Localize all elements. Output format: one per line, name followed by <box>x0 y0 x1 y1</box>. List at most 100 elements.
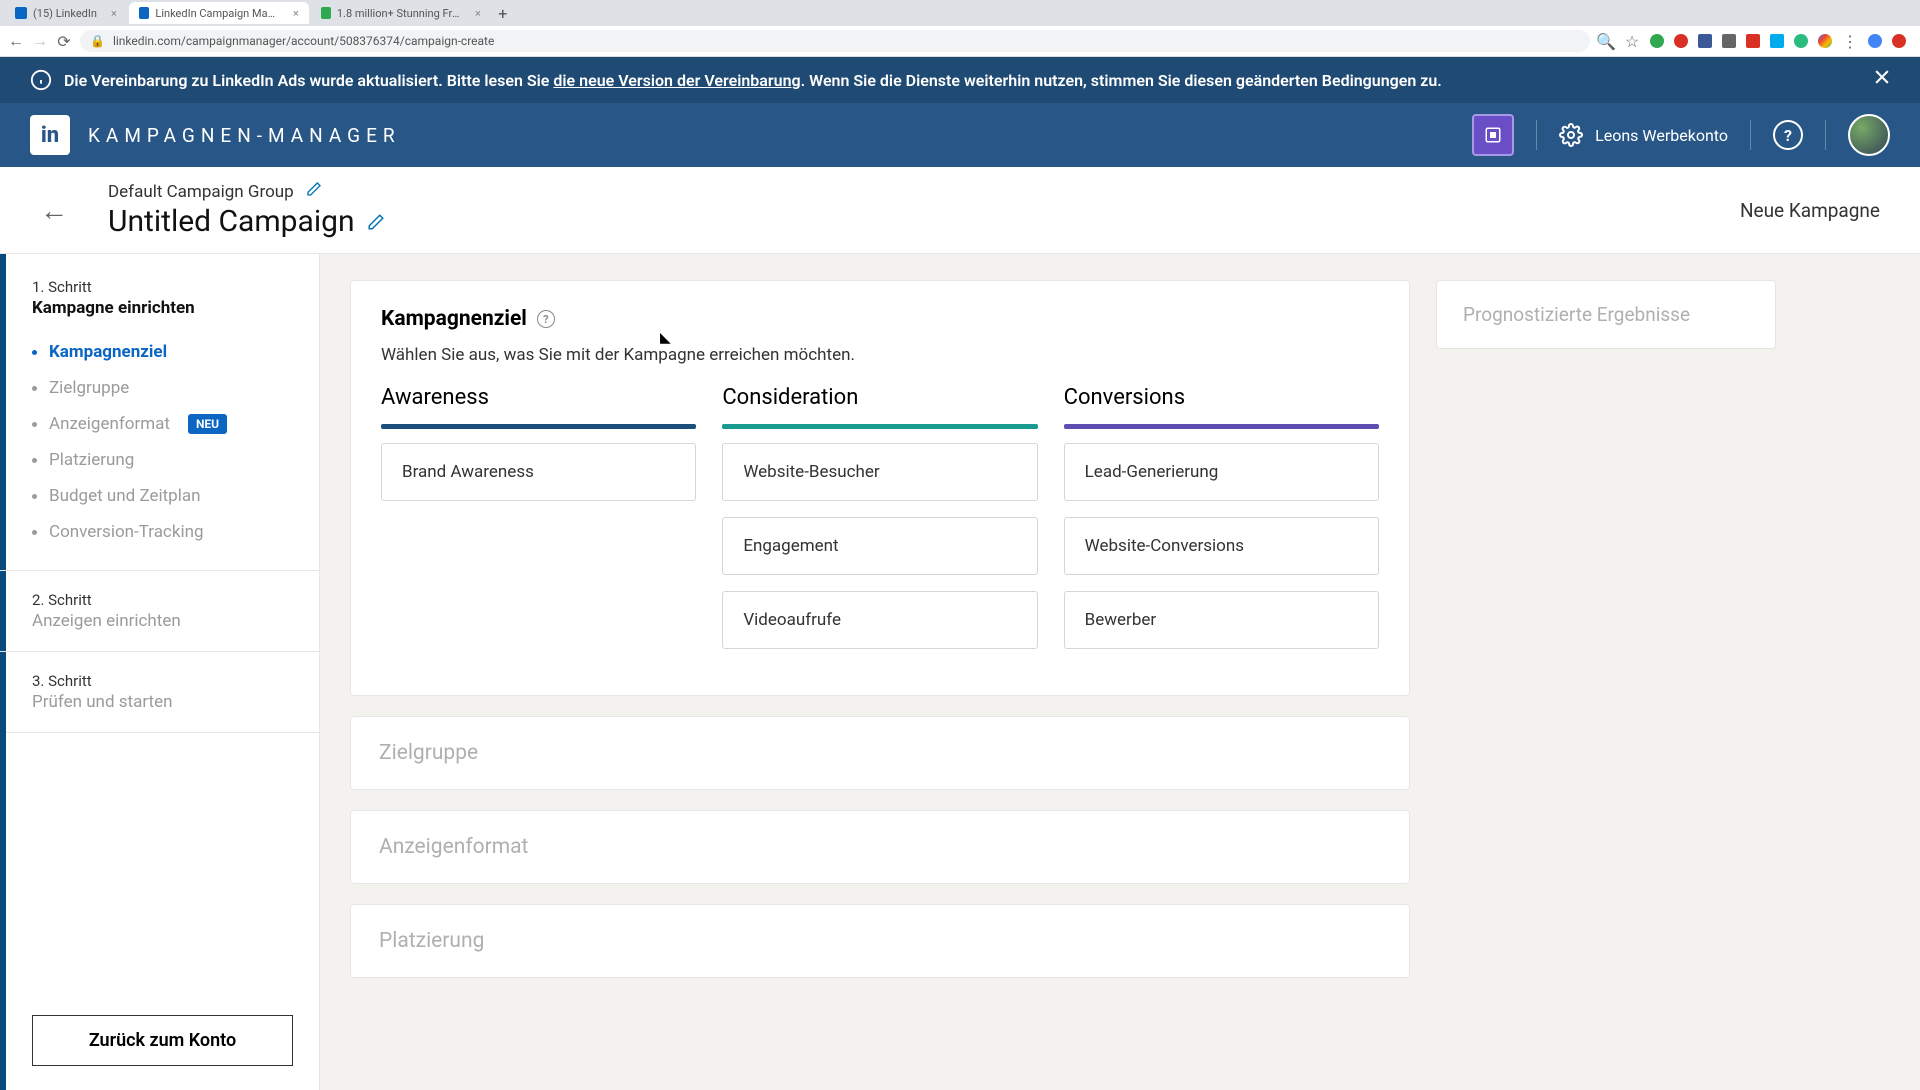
ext-icon[interactable] <box>1892 34 1906 48</box>
step-title[interactable]: Kampagne einrichten <box>32 298 293 318</box>
tab-strip: (15) LinkedIn × LinkedIn Campaign Manager ×… <box>0 0 1920 26</box>
sidebar-item[interactable]: Anzeigenformat NEU <box>32 406 293 442</box>
objective-option[interactable]: Website-Besucher <box>722 443 1037 501</box>
collapsed-section[interactable]: Anzeigenformat <box>350 810 1410 884</box>
new-badge: NEU <box>188 414 227 434</box>
back-arrow-button[interactable]: ← <box>20 184 88 237</box>
url-field[interactable]: 🔒 linkedin.com/campaignmanager/account/5… <box>80 30 1590 52</box>
ext-icon[interactable] <box>1722 34 1736 48</box>
browser-tab[interactable]: (15) LinkedIn × <box>5 2 127 24</box>
menu-icon[interactable]: ⋮ <box>1842 33 1858 49</box>
browser-tab[interactable]: 1.8 million+ Stunning Free Ima× <box>311 2 491 24</box>
banner-text: Die Vereinbarung zu LinkedIn Ads wurde a… <box>64 71 1442 90</box>
help-button[interactable]: ? <box>1773 120 1803 150</box>
objective-column: Conversions Lead-Generierung Website-Conve… <box>1064 385 1379 665</box>
star-icon[interactable]: ☆ <box>1624 33 1640 49</box>
sidebar-item-label: Platzierung <box>49 450 134 470</box>
zoom-icon[interactable]: 🔍 <box>1598 33 1614 49</box>
objective-option[interactable]: Bewerber <box>1064 591 1379 649</box>
favicon <box>139 7 150 19</box>
reload-icon[interactable]: ⟳ <box>56 33 72 49</box>
forecast-title: Prognostizierte Ergebnisse <box>1463 303 1690 326</box>
back-to-account-button[interactable]: Zurück zum Konto <box>32 1015 293 1066</box>
sidebar-item[interactable]: Conversion-Tracking <box>32 514 293 550</box>
content-area: Kampagnenziel ? Wählen Sie aus, was Sie … <box>320 254 1920 1090</box>
sidebar-item-label: Zielgruppe <box>49 378 129 398</box>
bullet-icon <box>32 350 37 355</box>
column-accent-bar <box>381 424 696 429</box>
step-label: 3. Schritt <box>32 672 293 690</box>
gear-icon <box>1559 123 1583 147</box>
favicon <box>321 7 331 19</box>
tab-label: (15) LinkedIn <box>33 7 97 20</box>
objective-option[interactable]: Videoaufrufe <box>722 591 1037 649</box>
app-title: KAMPAGNEN-MANAGER <box>88 124 401 147</box>
forecast-panel: Prognostizierte Ergebnisse <box>1436 280 1776 349</box>
new-tab-button[interactable]: + <box>493 4 513 23</box>
back-icon[interactable]: ← <box>8 33 24 49</box>
extension-icons: 🔍 ☆ ⋮ <box>1598 33 1912 49</box>
step-title[interactable]: Prüfen und starten <box>32 692 293 712</box>
ext-icon[interactable] <box>1818 34 1832 48</box>
page-context-label: Neue Kampagne <box>1740 199 1880 222</box>
objective-option[interactable]: Brand Awareness <box>381 443 696 501</box>
close-tab-icon[interactable]: × <box>293 7 299 20</box>
main-layout: 1. Schritt Kampagne einrichten Kampagnenzi… <box>0 254 1920 1090</box>
linkedin-logo[interactable]: in <box>30 115 70 155</box>
sidebar-item[interactable]: Platzierung <box>32 442 293 478</box>
objective-option[interactable]: Engagement <box>722 517 1037 575</box>
objective-column: Consideration Website-Besucher Engagement V… <box>722 385 1037 665</box>
ext-icon[interactable] <box>1770 34 1784 48</box>
edit-group-icon[interactable] <box>306 181 322 202</box>
campaign-title: Untitled Campaign <box>108 204 355 239</box>
top-nav: in KAMPAGNEN-MANAGER Leons Werbekonto ? <box>0 103 1920 167</box>
info-icon <box>30 69 52 91</box>
close-tab-icon[interactable]: × <box>475 7 481 20</box>
url-text: linkedin.com/campaignmanager/account/508… <box>113 34 494 48</box>
objective-option[interactable]: Lead-Generierung <box>1064 443 1379 501</box>
collapsed-section[interactable]: Zielgruppe <box>350 716 1410 790</box>
close-tab-icon[interactable]: × <box>111 7 117 20</box>
sidebar-item-label: Anzeigenformat <box>49 414 170 434</box>
objective-option[interactable]: Website-Conversions <box>1064 517 1379 575</box>
step-label: 2. Schritt <box>32 591 293 609</box>
ext-icon[interactable] <box>1674 34 1688 48</box>
column-heading: Awareness <box>381 385 696 424</box>
forward-icon[interactable]: → <box>32 33 48 49</box>
bullet-icon <box>32 494 37 499</box>
objective-subtitle: Wählen Sie aus, was Sie mit der Kampagne… <box>381 345 1379 365</box>
bullet-icon <box>32 530 37 535</box>
help-icon[interactable]: ? <box>537 310 555 328</box>
avatar[interactable] <box>1848 114 1890 156</box>
bullet-icon <box>32 422 37 427</box>
column-heading: Consideration <box>722 385 1037 424</box>
objective-column: Awareness Brand Awareness <box>381 385 696 665</box>
column-heading: Conversions <box>1064 385 1379 424</box>
sidebar-item[interactable]: Budget und Zeitplan <box>32 478 293 514</box>
campaign-group-name: Default Campaign Group <box>108 182 294 202</box>
sidebar-item-label: Conversion-Tracking <box>49 522 204 542</box>
ext-icon[interactable] <box>1698 34 1712 48</box>
bullet-icon <box>32 386 37 391</box>
step-title[interactable]: Anzeigen einrichten <box>32 611 293 631</box>
tab-label: LinkedIn Campaign Manager <box>155 7 279 20</box>
step-label: 1. Schritt <box>32 278 293 296</box>
browser-chrome: (15) LinkedIn × LinkedIn Campaign Manager ×… <box>0 0 1920 57</box>
column-accent-bar <box>1064 424 1379 429</box>
collapsed-section[interactable]: Platzierung <box>350 904 1410 978</box>
objective-title: Kampagnenziel <box>381 307 527 331</box>
browser-tab[interactable]: LinkedIn Campaign Manager × <box>129 2 309 24</box>
account-selector[interactable]: Leons Werbekonto <box>1559 123 1728 147</box>
column-accent-bar <box>722 424 1037 429</box>
campaign-header: ← Default Campaign Group Untitled Campai… <box>0 167 1920 254</box>
ext-icon[interactable] <box>1794 34 1808 48</box>
profile-chip[interactable] <box>1868 34 1882 48</box>
sidebar-item[interactable]: Zielgruppe <box>32 370 293 406</box>
sidebar-item[interactable]: Kampagnenziel <box>32 334 293 370</box>
banner-link[interactable]: die neue Version der Vereinbarung <box>553 71 800 90</box>
account-switcher-button[interactable] <box>1472 114 1514 156</box>
close-icon[interactable] <box>1872 67 1892 91</box>
ext-icon[interactable] <box>1746 34 1760 48</box>
edit-title-icon[interactable] <box>367 204 385 239</box>
ext-icon[interactable] <box>1650 34 1664 48</box>
